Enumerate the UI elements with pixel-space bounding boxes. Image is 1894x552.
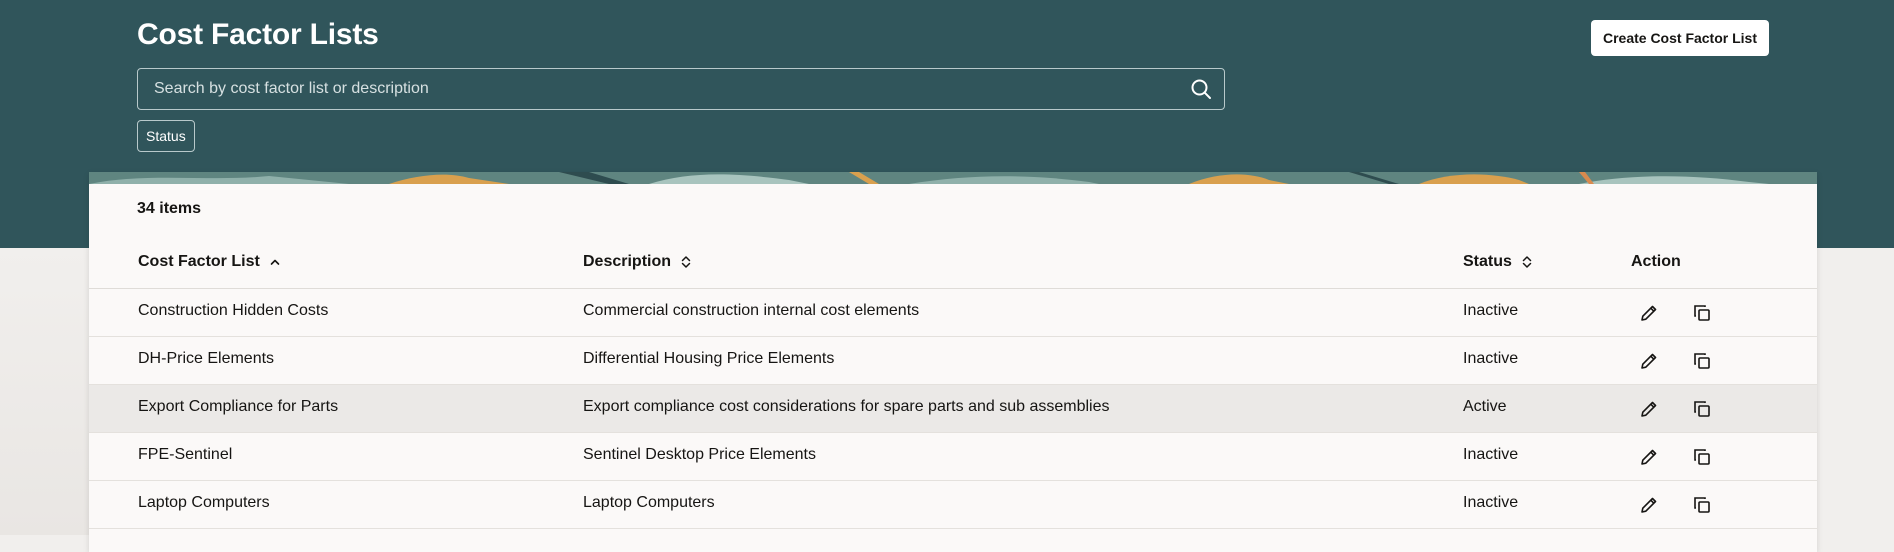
decorative-banner: [89, 172, 1817, 184]
status-filter-chip[interactable]: Status: [137, 120, 195, 152]
description-cell: Export compliance cost considerations fo…: [583, 398, 1110, 415]
column-header-cost-factor-list[interactable]: Cost Factor List: [138, 252, 282, 272]
column-header-description[interactable]: Description: [583, 252, 693, 272]
status-cell: Active: [1463, 398, 1507, 415]
table-row[interactable]: Construction Hidden Costs Commercial con…: [89, 289, 1817, 337]
sort-toggle-icon[interactable]: [1520, 255, 1534, 269]
sort-ascending-icon[interactable]: [268, 255, 282, 269]
table-row[interactable]: Export Compliance for Parts Export compl…: [89, 385, 1817, 433]
edit-icon[interactable]: [1636, 396, 1662, 422]
cost-factor-list-name[interactable]: Export Compliance for Parts: [138, 398, 338, 416]
column-header-label: Status: [1463, 253, 1512, 270]
duplicate-icon[interactable]: [1689, 348, 1715, 374]
cost-factor-list-name[interactable]: Construction Hidden Costs: [138, 302, 328, 320]
duplicate-icon[interactable]: [1689, 396, 1715, 422]
edit-icon[interactable]: [1636, 348, 1662, 374]
edit-icon[interactable]: [1636, 492, 1662, 518]
status-cell: Inactive: [1463, 446, 1519, 463]
page-title: Cost Factor Lists: [137, 18, 379, 51]
edit-icon[interactable]: [1636, 444, 1662, 470]
table-row[interactable]: DH-Price Elements Differential Housing P…: [89, 337, 1817, 385]
status-cell: Inactive: [1463, 494, 1519, 511]
table-row[interactable]: Laptop Computers Laptop Computers Inacti…: [89, 481, 1817, 529]
status-cell: Inactive: [1463, 302, 1519, 319]
cost-factor-list-name[interactable]: DH-Price Elements: [138, 350, 274, 368]
search-icon[interactable]: [1190, 78, 1212, 100]
column-header-status[interactable]: Status: [1463, 252, 1534, 272]
column-header-label: Cost Factor List: [138, 253, 260, 270]
description-cell: Laptop Computers: [583, 494, 715, 511]
sort-toggle-icon[interactable]: [679, 255, 693, 269]
status-cell: Inactive: [1463, 350, 1519, 367]
description-cell: Differential Housing Price Elements: [583, 350, 835, 367]
search-input[interactable]: [138, 69, 1190, 109]
description-cell: Commercial construction internal cost el…: [583, 302, 920, 319]
edit-icon[interactable]: [1636, 300, 1662, 326]
page-background: [0, 248, 89, 535]
cost-factor-table-card: 34 items Cost Factor List Description St…: [89, 172, 1817, 552]
description-cell: Sentinel Desktop Price Elements: [583, 446, 816, 463]
cost-factor-list-name[interactable]: Laptop Computers: [138, 494, 270, 512]
table-row[interactable]: FPE-Sentinel Sentinel Desktop Price Elem…: [89, 433, 1817, 481]
duplicate-icon[interactable]: [1689, 300, 1715, 326]
column-header-action: Action: [1631, 252, 1681, 272]
search-bar: [137, 68, 1225, 110]
create-cost-factor-list-button[interactable]: Create Cost Factor List: [1591, 20, 1769, 56]
cost-factor-list-name[interactable]: FPE-Sentinel: [138, 446, 232, 464]
item-count: 34 items: [137, 200, 202, 217]
duplicate-icon[interactable]: [1689, 492, 1715, 518]
column-header-label: Description: [583, 253, 672, 270]
column-header-label: Action: [1631, 253, 1681, 270]
duplicate-icon[interactable]: [1689, 444, 1715, 470]
